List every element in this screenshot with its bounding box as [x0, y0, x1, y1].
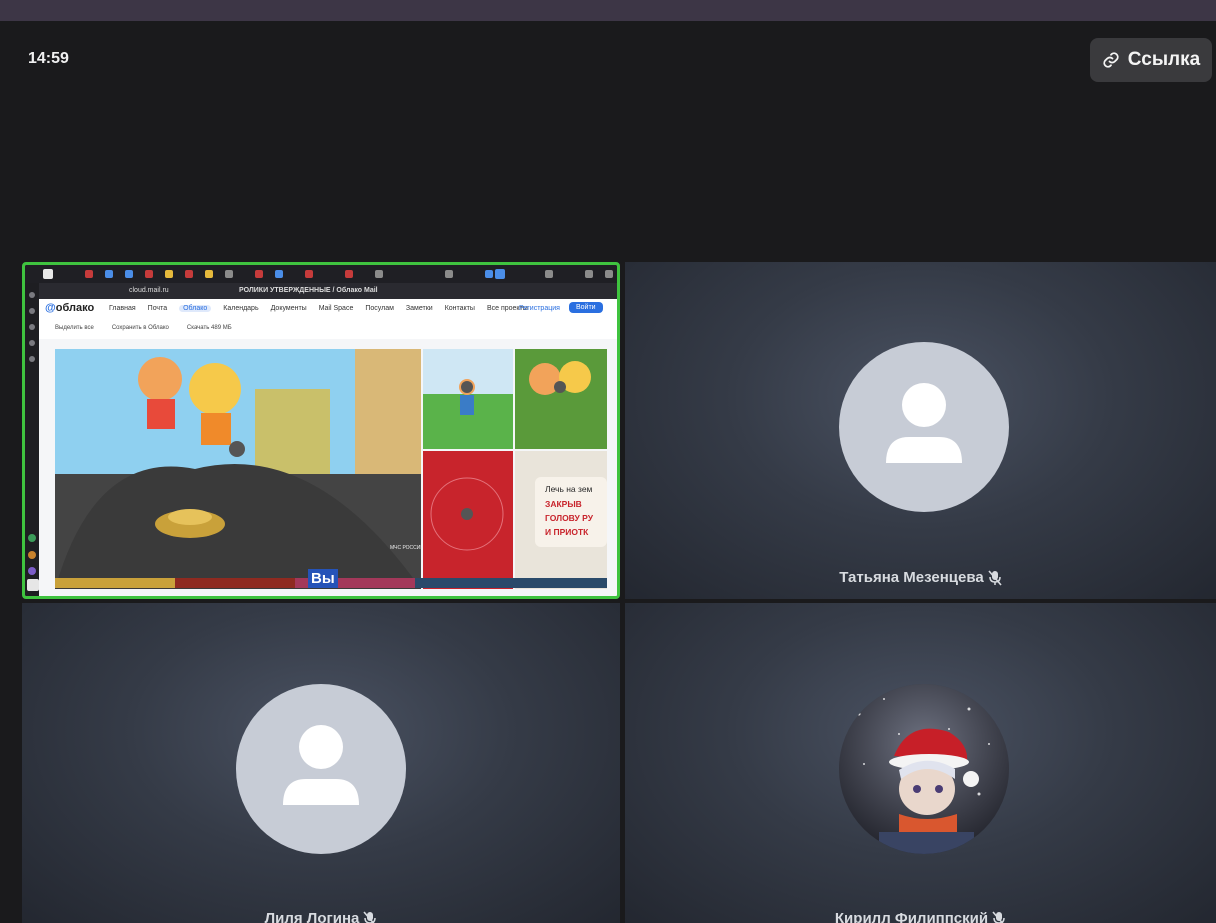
- avatar: [839, 342, 1009, 512]
- participant-tile[interactable]: Лиля Логина: [22, 603, 620, 923]
- cloud-login-button: Войти: [569, 302, 603, 313]
- call-timer: 14:59: [28, 50, 69, 67]
- avatar: [236, 684, 406, 854]
- cloud-nav-items: Главная Почта Облако Календарь Документы…: [109, 305, 528, 312]
- user-placeholder-icon: [886, 383, 962, 463]
- thumb-text-3: ГОЛОВУ РУ: [545, 513, 594, 523]
- cloud-register-link: Регистрация: [519, 305, 560, 312]
- thumb-text-4: И ПРИОТК: [545, 527, 589, 537]
- shared-browser-tab-strip: [25, 265, 617, 283]
- thumb-text-1: Лечь на зем: [545, 484, 593, 494]
- mic-muted-icon: [988, 569, 1002, 586]
- user-placeholder-icon: [283, 725, 359, 805]
- mic-muted-icon: [363, 910, 377, 923]
- screen-share-tile[interactable]: cloud.mail.ru РОЛИКИ УТВЕРЖДЕННЫЕ / Обла…: [22, 262, 620, 599]
- shared-browser-address-bar: cloud.mail.ru РОЛИКИ УТВЕРЖДЕННЫЕ / Обла…: [39, 283, 617, 299]
- copy-link-label: Ссылка: [1127, 49, 1201, 70]
- watermark-text: МЧС РОССИИ: [390, 545, 424, 551]
- shared-browser-sidebar: [25, 283, 39, 596]
- participant-name: Лиля Логина: [22, 910, 620, 923]
- window-top-bar: [0, 0, 1216, 21]
- cloud-nav-bar: @облако Главная Почта Облако Календарь Д…: [39, 299, 617, 319]
- link-icon: [1103, 52, 1119, 68]
- participant-tile[interactable]: Кирилл Филиппский: [625, 603, 1216, 923]
- mic-muted-icon: [992, 910, 1005, 923]
- shared-page-title: РОЛИКИ УТВЕРЖДЕННЫЕ / Облако Mail: [239, 287, 378, 294]
- thumb-text-2: ЗАКРЫВ: [545, 499, 582, 509]
- participant-name: Кирилл Филиппский: [625, 910, 1216, 923]
- copy-link-button[interactable]: Ссылка: [1090, 38, 1212, 82]
- you-label: Вы: [308, 569, 338, 588]
- shared-address-text: cloud.mail.ru: [129, 287, 169, 294]
- participant-name: Татьяна Мезенцева: [625, 569, 1216, 586]
- avatar-photo: [839, 684, 1009, 854]
- cloud-toolbar: Выделить все Сохранить в Облако Скачать …: [39, 319, 617, 339]
- participant-tile[interactable]: Татьяна Мезенцева: [625, 262, 1216, 599]
- cloud-logo: @облако: [45, 302, 95, 314]
- shared-video-grid: МЧС РОССИИ Лечь на зем ЗАКРЫВ ГОЛОВУ РУ …: [55, 349, 607, 589]
